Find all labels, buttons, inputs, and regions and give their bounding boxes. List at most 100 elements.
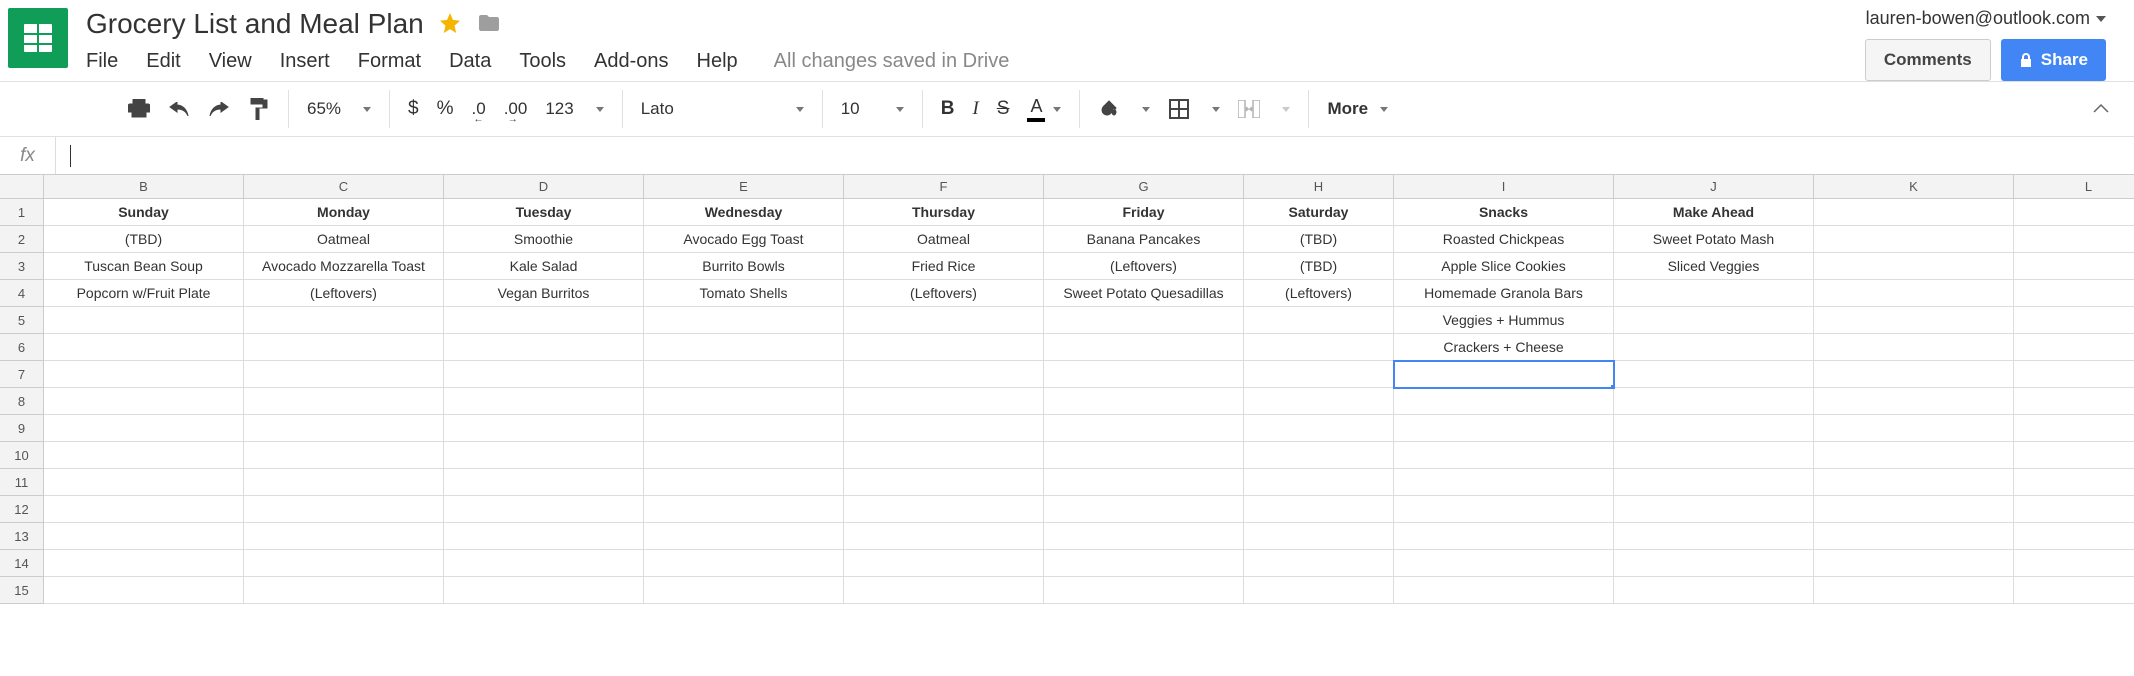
cell-F1[interactable]: Thursday	[844, 199, 1044, 226]
column-header-E[interactable]: E	[644, 175, 844, 199]
cell-H11[interactable]	[1244, 469, 1394, 496]
cell-J10[interactable]	[1614, 442, 1814, 469]
cell-F14[interactable]	[844, 550, 1044, 577]
cell-D4[interactable]: Vegan Burritos	[444, 280, 644, 307]
cell-I12[interactable]	[1394, 496, 1614, 523]
cell-B14[interactable]	[44, 550, 244, 577]
cell-C14[interactable]	[244, 550, 444, 577]
cell-B15[interactable]	[44, 577, 244, 604]
cell-C6[interactable]	[244, 334, 444, 361]
cell-E8[interactable]	[644, 388, 844, 415]
cell-B9[interactable]	[44, 415, 244, 442]
spreadsheet-grid[interactable]: BCDEFGHIJKL 123456789101112131415 Sunday…	[0, 175, 2134, 604]
cell-E5[interactable]	[644, 307, 844, 334]
cell-K2[interactable]	[1814, 226, 2014, 253]
formula-bar[interactable]: fx	[0, 137, 2134, 175]
selection-handle[interactable]	[1610, 384, 1614, 388]
cell-J4[interactable]	[1614, 280, 1814, 307]
account-menu[interactable]: lauren-bowen@outlook.com	[1866, 8, 2106, 29]
cell-D3[interactable]: Kale Salad	[444, 253, 644, 280]
column-header-D[interactable]: D	[444, 175, 644, 199]
cell-E1[interactable]: Wednesday	[644, 199, 844, 226]
cell-C2[interactable]: Oatmeal	[244, 226, 444, 253]
row-header-10[interactable]: 10	[0, 442, 44, 469]
cell-I11[interactable]	[1394, 469, 1614, 496]
cell-D5[interactable]	[444, 307, 644, 334]
column-header-G[interactable]: G	[1044, 175, 1244, 199]
cell-F2[interactable]: Oatmeal	[844, 226, 1044, 253]
cell-B11[interactable]	[44, 469, 244, 496]
cell-C5[interactable]	[244, 307, 444, 334]
cell-L10[interactable]	[2014, 442, 2134, 469]
row-header-5[interactable]: 5	[0, 307, 44, 334]
cell-J2[interactable]: Sweet Potato Mash	[1614, 226, 1814, 253]
cell-K9[interactable]	[1814, 415, 2014, 442]
column-header-C[interactable]: C	[244, 175, 444, 199]
cell-H1[interactable]: Saturday	[1244, 199, 1394, 226]
column-header-H[interactable]: H	[1244, 175, 1394, 199]
sheets-logo[interactable]	[8, 8, 68, 68]
cell-J8[interactable]	[1614, 388, 1814, 415]
cell-D9[interactable]	[444, 415, 644, 442]
row-header-6[interactable]: 6	[0, 334, 44, 361]
cell-C8[interactable]	[244, 388, 444, 415]
decrease-decimal[interactable]: .0←	[472, 99, 486, 119]
comments-button[interactable]: Comments	[1865, 39, 1991, 81]
cell-K14[interactable]	[1814, 550, 2014, 577]
more-button[interactable]: More	[1309, 99, 1406, 119]
cell-D1[interactable]: Tuesday	[444, 199, 644, 226]
cell-L1[interactable]	[2014, 199, 2134, 226]
print-icon[interactable]	[128, 98, 150, 120]
column-header-K[interactable]: K	[1814, 175, 2014, 199]
cell-F4[interactable]: (Leftovers)	[844, 280, 1044, 307]
cell-C1[interactable]: Monday	[244, 199, 444, 226]
cell-L5[interactable]	[2014, 307, 2134, 334]
cell-J14[interactable]	[1614, 550, 1814, 577]
menu-view[interactable]: View	[209, 50, 252, 73]
cell-I9[interactable]	[1394, 415, 1614, 442]
menu-edit[interactable]: Edit	[146, 50, 180, 73]
cell-H8[interactable]	[1244, 388, 1394, 415]
cell-D6[interactable]	[444, 334, 644, 361]
cell-F11[interactable]	[844, 469, 1044, 496]
cell-J12[interactable]	[1614, 496, 1814, 523]
cell-D13[interactable]	[444, 523, 644, 550]
cell-H5[interactable]	[1244, 307, 1394, 334]
menu-format[interactable]: Format	[358, 50, 421, 73]
row-header-7[interactable]: 7	[0, 361, 44, 388]
cell-G4[interactable]: Sweet Potato Quesadillas	[1044, 280, 1244, 307]
select-all-corner[interactable]	[0, 175, 44, 199]
menu-data[interactable]: Data	[449, 50, 491, 73]
cell-B4[interactable]: Popcorn w/Fruit Plate	[44, 280, 244, 307]
column-header-B[interactable]: B	[44, 175, 244, 199]
cell-B6[interactable]	[44, 334, 244, 361]
format-percent[interactable]: %	[437, 98, 454, 120]
paint-format-icon[interactable]	[248, 98, 270, 120]
cell-F10[interactable]	[844, 442, 1044, 469]
cell-H12[interactable]	[1244, 496, 1394, 523]
cell-L4[interactable]	[2014, 280, 2134, 307]
cell-K7[interactable]	[1814, 361, 2014, 388]
cell-F3[interactable]: Fried Rice	[844, 253, 1044, 280]
cell-C9[interactable]	[244, 415, 444, 442]
borders-icon[interactable]	[1168, 98, 1190, 120]
cell-E11[interactable]	[644, 469, 844, 496]
document-title[interactable]: Grocery List and Meal Plan	[86, 8, 424, 40]
column-header-L[interactable]: L	[2014, 175, 2134, 199]
cell-K12[interactable]	[1814, 496, 2014, 523]
column-header-I[interactable]: I	[1394, 175, 1614, 199]
number-format[interactable]: 123	[545, 99, 573, 119]
cell-K4[interactable]	[1814, 280, 2014, 307]
row-header-14[interactable]: 14	[0, 550, 44, 577]
font-family[interactable]: Lato	[641, 99, 674, 119]
cell-K5[interactable]	[1814, 307, 2014, 334]
cell-D10[interactable]	[444, 442, 644, 469]
cell-L8[interactable]	[2014, 388, 2134, 415]
cell-H15[interactable]	[1244, 577, 1394, 604]
cell-L15[interactable]	[2014, 577, 2134, 604]
cell-F7[interactable]	[844, 361, 1044, 388]
cell-F6[interactable]	[844, 334, 1044, 361]
menu-file[interactable]: File	[86, 50, 118, 73]
cell-G12[interactable]	[1044, 496, 1244, 523]
collapse-toolbar-icon[interactable]	[2092, 102, 2110, 117]
